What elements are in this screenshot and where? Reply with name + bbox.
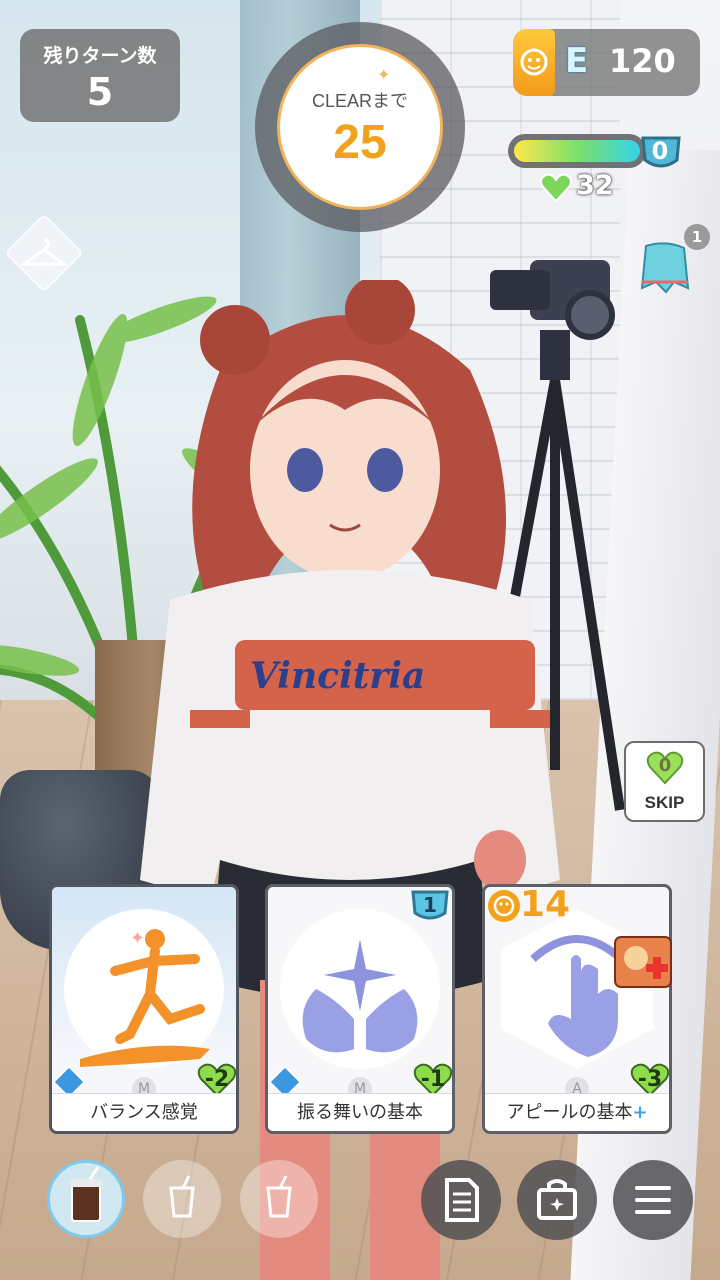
stamina-value: 32 xyxy=(576,170,614,201)
drink-slot-2[interactable] xyxy=(143,1160,221,1238)
card-level: 1 xyxy=(423,893,437,917)
empty-cup-icon xyxy=(169,1175,195,1218)
clear-label: CLEARまで xyxy=(311,91,409,111)
genki-value: 0 xyxy=(651,137,669,165)
drink-slot-3[interactable] xyxy=(240,1160,318,1238)
genki-gauge xyxy=(508,134,646,168)
svg-text:✦: ✦ xyxy=(130,928,145,949)
skip-label: SKIP xyxy=(644,793,685,812)
bag-icon xyxy=(537,1179,577,1220)
skill-card-balance[interactable]: ✦ M -2 バランス感覚 xyxy=(49,884,239,1134)
empty-cup-icon xyxy=(266,1175,292,1218)
appeal-face-icon xyxy=(488,890,520,922)
card-name: 振る舞いの基本 xyxy=(268,1093,452,1131)
skip-cost: 0 xyxy=(658,755,672,776)
clear-counter-inner: ✦ CLEARまで 25 xyxy=(277,44,443,210)
card-appeal-value: 14 xyxy=(520,884,571,925)
p-item-portrait-icon xyxy=(614,936,672,988)
skill-card-behavior[interactable]: 1 M -1 振る舞いの基本 xyxy=(265,884,455,1134)
clear-counter: ✦ CLEARまで 25 xyxy=(255,22,465,232)
shirt-logo: Vincitria xyxy=(250,655,425,697)
hanger-icon xyxy=(20,238,68,266)
energy-value: 120 xyxy=(609,42,676,80)
towel-item-icon[interactable] xyxy=(636,238,694,296)
balance-silhouette-icon: ✦ xyxy=(64,909,224,1069)
document-icon xyxy=(445,1178,479,1222)
card-cost: -1 xyxy=(420,1067,446,1092)
card-name: バランス感覚 xyxy=(52,1093,236,1131)
heart-icon xyxy=(540,173,572,203)
log-button[interactable] xyxy=(421,1160,501,1240)
card-cost: -2 xyxy=(204,1067,230,1092)
sparkle-icon: ✦ xyxy=(377,65,391,84)
drink-slot-1[interactable] xyxy=(47,1160,125,1238)
remaining-turns-panel: 残りターン数 5 xyxy=(20,29,180,122)
card-name: アピールの基本+ xyxy=(485,1093,669,1131)
menu-button[interactable] xyxy=(613,1160,693,1240)
p-drink-bag-button[interactable] xyxy=(517,1160,597,1240)
skip-button[interactable]: 0 SKIP xyxy=(624,741,705,822)
appeal-face-icon xyxy=(513,29,555,96)
energy-panel: E 120 xyxy=(513,29,700,96)
towel-count-badge: 1 xyxy=(684,224,710,250)
pointing-hand-icon xyxy=(501,909,653,1069)
iced-coffee-icon xyxy=(70,1166,102,1222)
remaining-turns-value: 5 xyxy=(86,70,114,114)
hands-sparkle-icon xyxy=(280,909,440,1069)
clear-value: 25 xyxy=(333,116,387,169)
card-cost: -3 xyxy=(637,1067,663,1092)
remaining-turns-label: 残りターン数 xyxy=(43,45,157,67)
genki-gauge-fill xyxy=(514,140,640,162)
hamburger-icon xyxy=(635,1186,671,1214)
energy-letter: E xyxy=(565,41,589,81)
